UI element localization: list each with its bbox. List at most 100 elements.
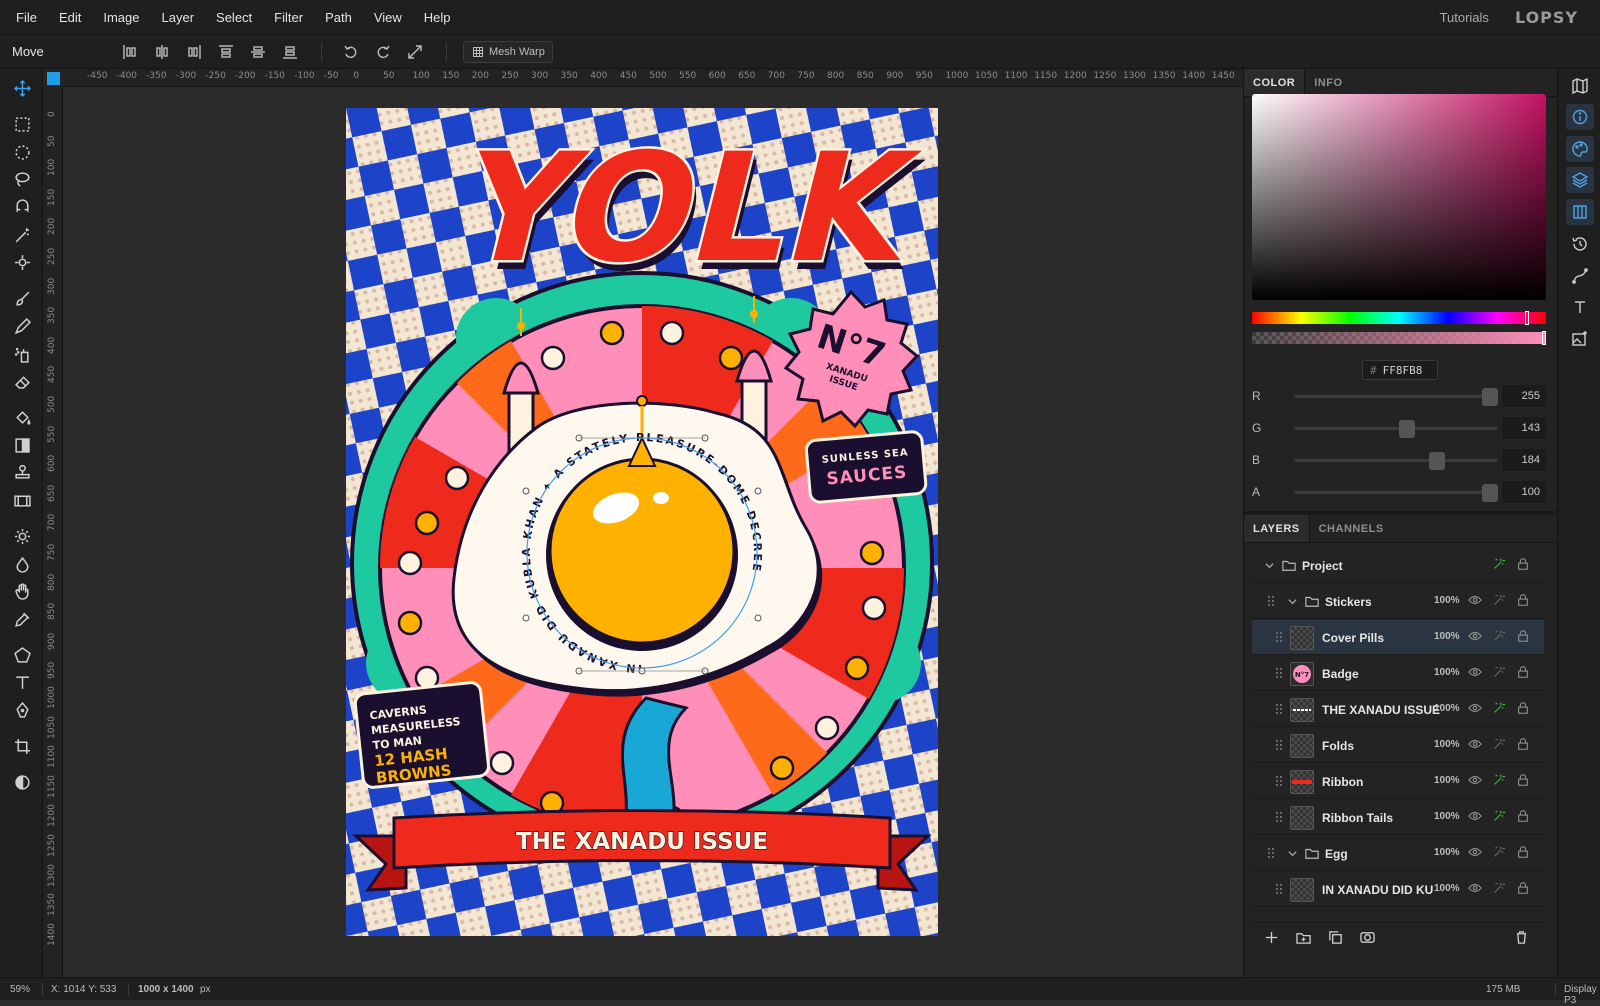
lock-icon[interactable]: [1516, 557, 1532, 573]
drag-handle-icon[interactable]: [1268, 848, 1276, 860]
effects-icon[interactable]: [1492, 629, 1508, 645]
zoom-level[interactable]: 59%: [10, 984, 30, 995]
drag-handle-icon[interactable]: [1276, 704, 1284, 716]
effects-icon[interactable]: [1492, 737, 1508, 753]
menu-file[interactable]: File: [0, 0, 48, 35]
ellipse-select-icon[interactable]: [9, 139, 35, 165]
layers-icon[interactable]: [1566, 167, 1594, 193]
add-layer-icon[interactable]: [1264, 930, 1282, 948]
align-center-h-icon[interactable]: [151, 41, 173, 63]
info-icon[interactable]: [1566, 104, 1594, 130]
eye-icon[interactable]: [1468, 881, 1484, 897]
document-canvas[interactable]: IN XANADU DID KUBLA KHAN ✦ A STATELY PLE…: [346, 108, 938, 936]
align-right-icon[interactable]: [183, 41, 205, 63]
channel-g-slider[interactable]: [1294, 420, 1498, 438]
channel-r-slider[interactable]: [1294, 388, 1498, 406]
layer-row-ribbon-tails[interactable]: Ribbon Tails 100%: [1252, 800, 1544, 835]
saturation-value-picker[interactable]: [1252, 94, 1546, 300]
layer-row-ring-text[interactable]: IN XANADU DID KU 100%: [1252, 872, 1544, 907]
menu-filter[interactable]: Filter: [263, 0, 314, 35]
drag-handle-icon[interactable]: [1276, 668, 1284, 680]
alpha-slider-knob[interactable]: [1542, 331, 1546, 345]
columns-icon[interactable]: [1566, 199, 1594, 225]
type-icon[interactable]: [1566, 294, 1594, 320]
effects-icon[interactable]: [1492, 665, 1508, 681]
align-left-icon[interactable]: [119, 41, 141, 63]
menu-path[interactable]: Path: [314, 0, 363, 35]
mesh-warp-button[interactable]: Mesh Warp: [463, 41, 553, 63]
layer-opacity[interactable]: 100%: [1434, 631, 1460, 642]
channel-b-thumb[interactable]: [1429, 452, 1446, 470]
drag-handle-icon[interactable]: [1276, 812, 1284, 824]
layer-row-folds[interactable]: Folds 100%: [1252, 728, 1544, 763]
quick-select-icon[interactable]: [9, 249, 35, 275]
channel-g-thumb[interactable]: [1399, 420, 1416, 438]
drag-handle-icon[interactable]: [1276, 740, 1284, 752]
drag-handle-icon[interactable]: [1276, 884, 1284, 896]
eye-icon[interactable]: [1468, 773, 1484, 789]
drag-handle-icon[interactable]: [1276, 776, 1284, 788]
magnetic-lasso-icon[interactable]: [9, 194, 35, 220]
rotate-left-icon[interactable]: [340, 41, 362, 63]
hex-input[interactable]: # FF8FB8: [1362, 360, 1438, 380]
rotate-right-icon[interactable]: [372, 41, 394, 63]
lock-icon[interactable]: [1516, 701, 1532, 717]
trash-icon[interactable]: [1514, 930, 1532, 948]
tab-channels[interactable]: CHANNELS: [1310, 515, 1393, 542]
eye-icon[interactable]: [1468, 737, 1484, 753]
tab-info[interactable]: INFO: [1305, 69, 1351, 96]
curve-path-icon[interactable]: [1566, 263, 1594, 289]
menu-help[interactable]: Help: [413, 0, 462, 35]
map-icon[interactable]: [1566, 73, 1594, 99]
move-tool-icon[interactable]: [9, 75, 35, 101]
add-folder-icon[interactable]: [1296, 930, 1314, 948]
lock-icon[interactable]: [1516, 881, 1532, 897]
channel-r-thumb[interactable]: [1482, 388, 1498, 406]
align-bottom-icon[interactable]: [279, 41, 301, 63]
layer-row-project[interactable]: Project: [1252, 548, 1544, 583]
polygon-icon[interactable]: [9, 642, 35, 668]
pen-tool-icon[interactable]: [9, 697, 35, 723]
tutorials-link[interactable]: Tutorials: [1440, 10, 1489, 25]
tab-color[interactable]: COLOR: [1244, 69, 1306, 96]
channel-b-value[interactable]: 184: [1502, 449, 1546, 471]
history-icon[interactable]: [1566, 231, 1594, 257]
contrast-icon[interactable]: [9, 769, 35, 795]
eye-icon[interactable]: [1468, 629, 1484, 645]
menu-select[interactable]: Select: [205, 0, 263, 35]
layer-row-cover-pills[interactable]: Cover Pills 100%: [1252, 620, 1544, 655]
eye-icon[interactable]: [1468, 845, 1484, 861]
rect-select-icon[interactable]: [9, 111, 35, 137]
effects-icon[interactable]: [1492, 701, 1508, 717]
lock-icon[interactable]: [1516, 809, 1532, 825]
layer-row-ribbon[interactable]: Ribbon 100%: [1252, 764, 1544, 799]
gradient-icon[interactable]: [9, 432, 35, 458]
dodge-icon[interactable]: [9, 523, 35, 549]
drag-handle-icon[interactable]: [1276, 632, 1284, 644]
layer-opacity[interactable]: 100%: [1434, 703, 1460, 714]
menu-view[interactable]: View: [363, 0, 413, 35]
layer-opacity[interactable]: 100%: [1434, 595, 1460, 606]
effects-icon[interactable]: [1492, 593, 1508, 609]
palette-icon[interactable]: [1566, 136, 1594, 162]
eye-icon[interactable]: [1468, 665, 1484, 681]
effects-icon[interactable]: [1492, 557, 1508, 573]
blur-drop-icon[interactable]: [9, 551, 35, 577]
crop-icon[interactable]: [9, 733, 35, 759]
lock-icon[interactable]: [1516, 845, 1532, 861]
alpha-slider[interactable]: [1252, 331, 1546, 345]
lock-icon[interactable]: [1516, 593, 1532, 609]
hue-slider-knob[interactable]: [1524, 311, 1529, 325]
layer-opacity[interactable]: 100%: [1434, 811, 1460, 822]
hand-icon[interactable]: [9, 578, 35, 604]
layer-opacity[interactable]: 100%: [1434, 739, 1460, 750]
layer-opacity[interactable]: 100%: [1434, 775, 1460, 786]
effects-icon[interactable]: [1492, 881, 1508, 897]
chevron-down-icon[interactable]: [1287, 596, 1298, 607]
layer-row-xanadu-issue[interactable]: THE XANADU ISSUE 100%: [1252, 692, 1544, 727]
align-center-v-icon[interactable]: [247, 41, 269, 63]
spray-icon[interactable]: [9, 341, 35, 367]
layer-row-badge[interactable]: N°7 Badge 100%: [1252, 656, 1544, 691]
menu-layer[interactable]: Layer: [151, 0, 206, 35]
eye-icon[interactable]: [1468, 593, 1484, 609]
